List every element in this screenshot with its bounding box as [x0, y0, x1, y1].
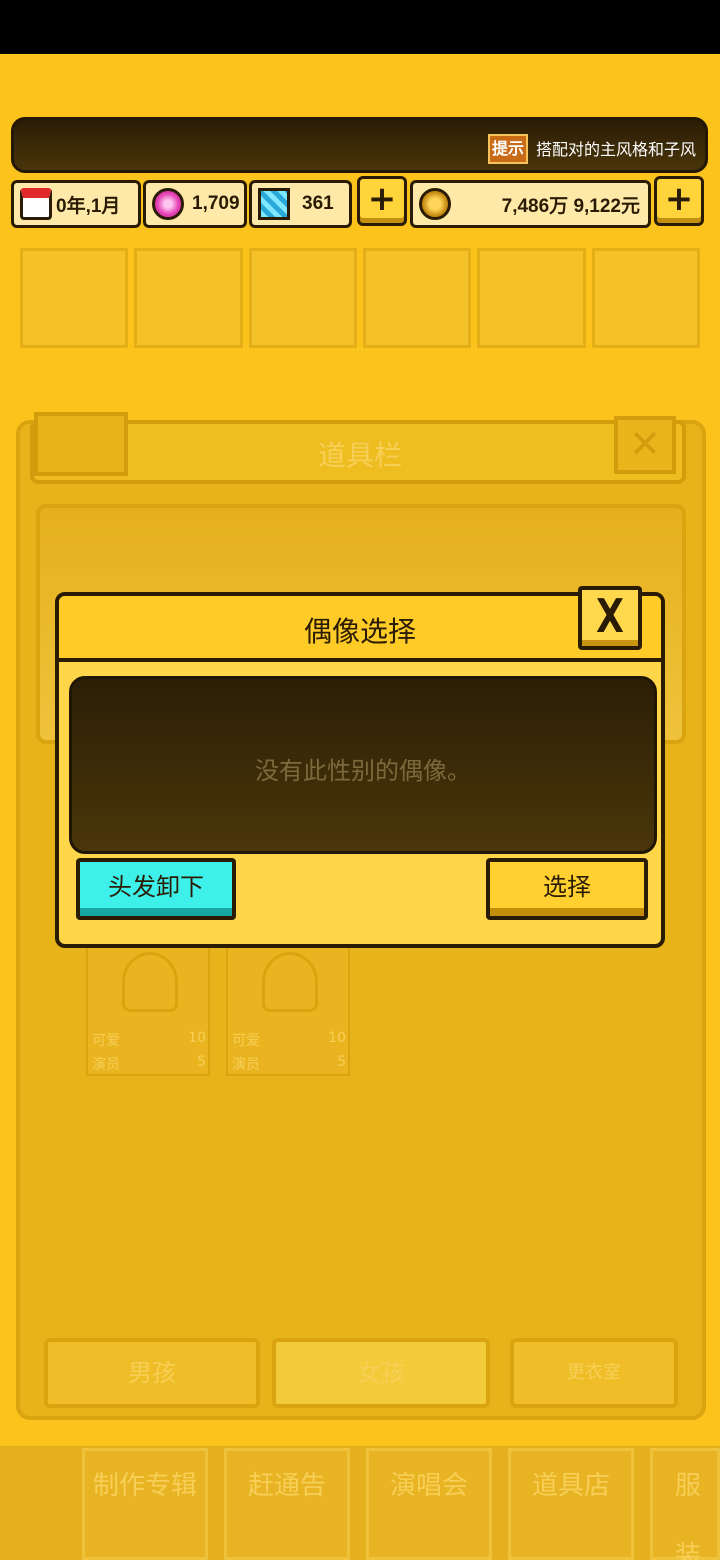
- nav-concert: 演唱会: [366, 1448, 492, 1560]
- nav-schedule: 赶通告: [224, 1448, 350, 1560]
- gem-value: 1,709: [192, 193, 240, 214]
- add-diamonds-button[interactable]: +: [357, 176, 407, 226]
- idol-portrait: [122, 952, 178, 1012]
- stat-value: 10: [188, 1030, 206, 1046]
- stat-value: 5: [197, 1054, 206, 1070]
- stat-label: 可爱: [92, 1033, 120, 1049]
- money-display: 7,486万 9,122元: [410, 180, 651, 228]
- background-icon-slot: [248, 248, 357, 348]
- date-display: 0年,1月: [11, 180, 141, 228]
- tab-girl: 女孩: [272, 1338, 490, 1408]
- stat-label: 演员: [92, 1057, 120, 1073]
- idol-card: 可爱 10 演员 5: [86, 940, 210, 1076]
- tab-boy: 男孩: [44, 1338, 260, 1408]
- dialog-title: 偶像选择: [303, 615, 416, 648]
- background-icon-slot: [477, 248, 586, 348]
- dialog-header: 偶像选择: [59, 596, 661, 662]
- add-money-button[interactable]: +: [654, 176, 704, 226]
- nav-item-shop: 道具店: [508, 1448, 634, 1560]
- stat-value: 5: [337, 1054, 346, 1070]
- tip-badge: 提示: [488, 134, 528, 164]
- idol-card: 可爱 10 演员 5: [226, 940, 350, 1076]
- status-bar: [0, 0, 720, 54]
- tip-text: 搭配对的主风格和子风: [536, 140, 697, 159]
- nav-clothing: 服装: [650, 1448, 720, 1560]
- background-icon-row: [20, 248, 700, 348]
- gem-display: 1,709: [143, 180, 247, 228]
- diamond-value: 361: [302, 193, 334, 214]
- background-icon-slot: [362, 248, 472, 348]
- tab-wardrobe: 更衣室: [510, 1338, 678, 1408]
- coin-icon: [419, 188, 451, 220]
- background-icon-slot: [591, 248, 700, 348]
- pink-gem-icon: [152, 188, 184, 220]
- diamond-display: 361: [249, 180, 352, 228]
- stat-label: 演员: [232, 1057, 260, 1073]
- select-button[interactable]: 选择: [486, 858, 648, 920]
- idol-list-area: 没有此性别的偶像。: [69, 676, 657, 854]
- background-icon-slot: [134, 248, 243, 348]
- calendar-icon: [20, 188, 52, 220]
- item-panel-title: 道具栏: [317, 439, 402, 472]
- empty-message: 没有此性别的偶像。: [255, 757, 471, 785]
- background-icon-slot: [20, 248, 129, 348]
- stat-value: 10: [328, 1030, 346, 1046]
- idol-portrait: [262, 952, 318, 1012]
- tip-ticker: 提示 搭配对的主风格和子风: [11, 117, 708, 173]
- diamond-icon: [258, 188, 290, 220]
- date-value: 0年,1月: [56, 195, 121, 217]
- close-dialog-button[interactable]: X: [578, 586, 642, 650]
- stat-label: 可爱: [232, 1033, 260, 1049]
- money-value: 7,486万 9,122元: [501, 195, 640, 217]
- remove-hair-button[interactable]: 头发卸下: [76, 858, 236, 920]
- nav-make-album: 制作专辑: [82, 1448, 208, 1560]
- item-panel-close-icon: ✕: [614, 416, 676, 474]
